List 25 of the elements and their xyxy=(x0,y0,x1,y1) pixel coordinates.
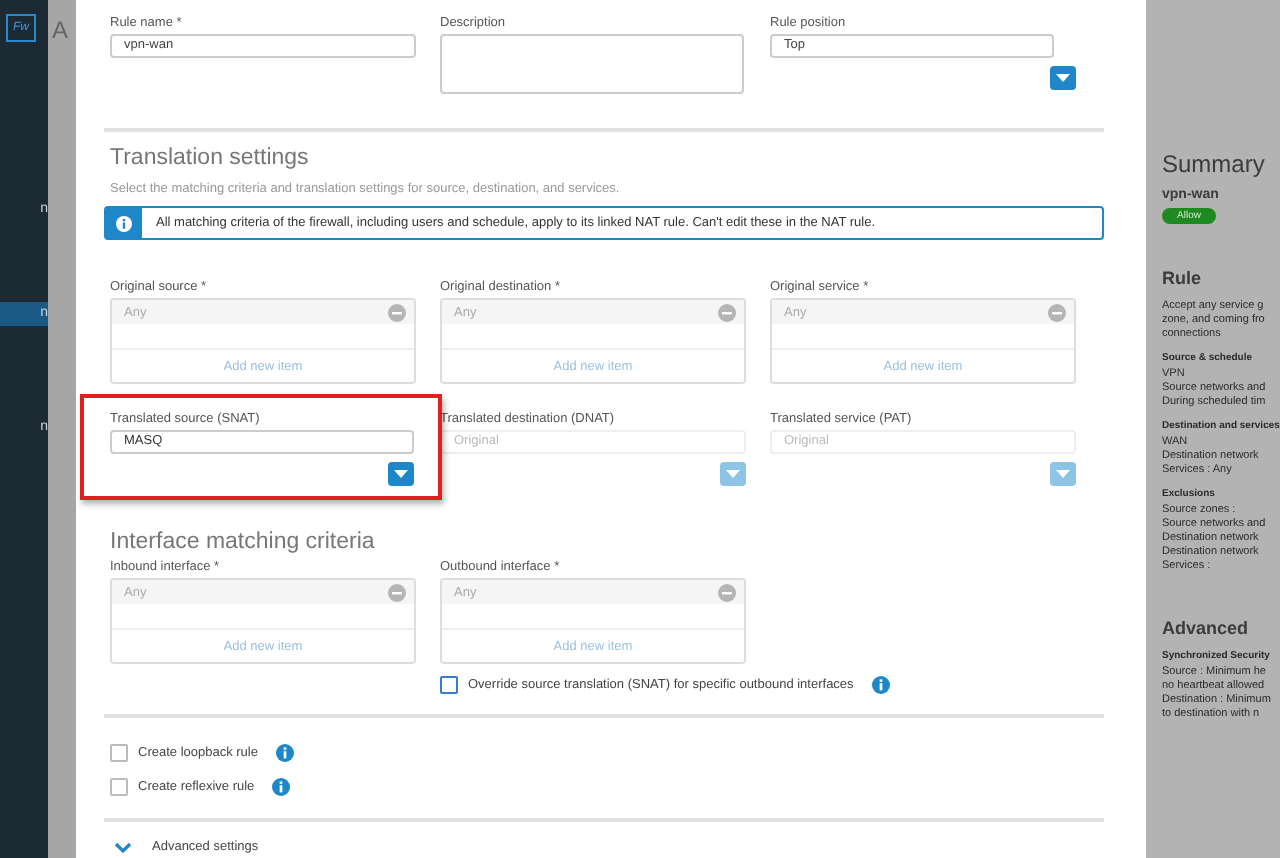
checkbox[interactable] xyxy=(110,778,128,796)
remove-icon[interactable] xyxy=(388,583,406,601)
section-title: Interface matching criteria xyxy=(110,530,377,554)
info-icon[interactable] xyxy=(272,778,291,796)
caret-icon xyxy=(1056,74,1070,82)
caret-icon xyxy=(726,470,740,478)
summary-heading: Rule xyxy=(1162,268,1204,288)
summary-heading: Advanced xyxy=(1162,618,1251,638)
section-title: Translation settings xyxy=(110,146,311,170)
remove-icon[interactable] xyxy=(718,583,736,601)
caret-icon xyxy=(394,470,408,478)
caret-icon xyxy=(1056,470,1070,478)
page-title: A xyxy=(52,16,70,44)
remove-icon[interactable] xyxy=(718,303,736,321)
description-field[interactable] xyxy=(440,34,744,94)
info-icon[interactable] xyxy=(871,676,890,694)
dropdown-button[interactable] xyxy=(1050,66,1076,90)
summary-title: Summary xyxy=(1162,150,1267,178)
info-icon[interactable] xyxy=(275,744,294,762)
remove-icon[interactable] xyxy=(1048,303,1066,321)
checkbox[interactable] xyxy=(440,676,458,694)
dropdown-button[interactable] xyxy=(388,462,414,486)
checkbox[interactable] xyxy=(110,744,128,762)
remove-icon[interactable] xyxy=(388,303,406,321)
chevron-icon[interactable] xyxy=(114,841,132,853)
